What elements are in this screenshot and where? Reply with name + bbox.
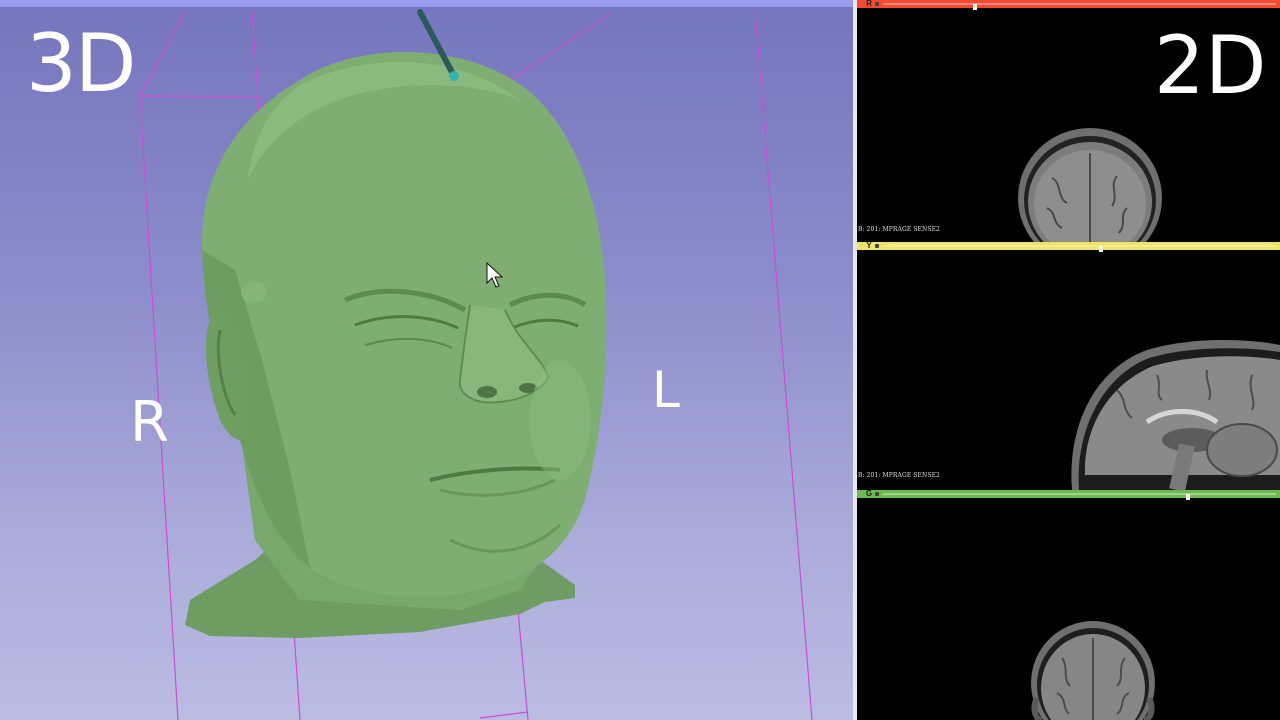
2d-view-title: 2D [1154,19,1267,112]
orientation-right-label: R [130,390,169,455]
yellow-slice-tag[interactable]: Y [863,242,875,250]
green-slice-tag[interactable]: G [863,490,875,498]
pin-icon[interactable] [875,492,879,496]
red-slice-controller[interactable]: R [857,0,1280,10]
red-slice-tag[interactable]: R [863,0,875,8]
head-surface-model[interactable] [185,52,607,638]
coronal-slice-image[interactable] [857,498,1280,720]
pin-icon[interactable] [875,244,879,248]
red-slice-slider[interactable] [883,3,1276,10]
green-slice-controller[interactable]: G [857,490,1280,500]
3d-view[interactable]: 3D R L [0,0,853,720]
yellow-slice-view[interactable]: Y B: 201: MPRAGE SENSE2 [857,242,1280,490]
sagittal-slice-image[interactable] [857,250,1280,490]
red-slice-caption: B: 201: MPRAGE SENSE2 [858,226,940,233]
green-slice-view[interactable]: G [857,490,1280,720]
3d-view-title: 3D [26,17,136,110]
pin-icon[interactable] [875,2,879,6]
yellow-slice-caption: B: 201: MPRAGE SENSE2 [858,472,940,479]
orientation-left-label: L [652,361,680,419]
yellow-slice-slider[interactable] [883,245,1276,252]
yellow-slice-controller[interactable]: Y [857,242,1280,252]
green-slice-slider[interactable] [883,493,1276,500]
